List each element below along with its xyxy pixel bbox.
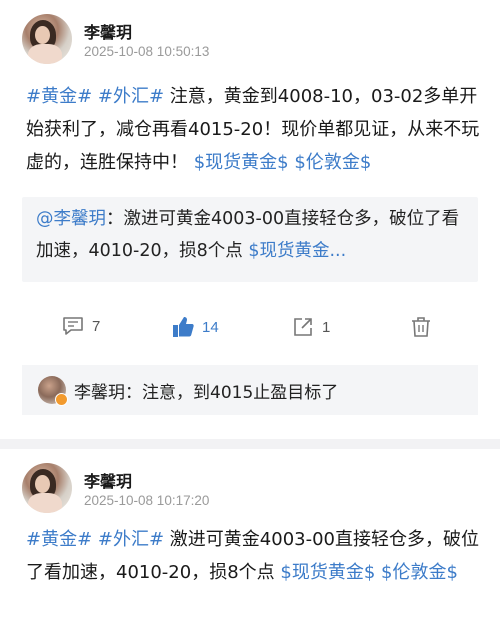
stock-tag-london-gold[interactable]: $伦敦金$ [294, 152, 371, 173]
quoted-post[interactable]: @李馨玥：激进可黄金4003-00直接轻仓多，破位了看加速，4010-20，损8… [22, 197, 478, 282]
post-content: #黄金# #外汇# 激进可黄金4003-00直接轻仓多，破位了看加速，4010-… [26, 523, 480, 589]
reply-text: 李馨玥：注意，到4015止盈目标了 [74, 383, 339, 403]
post-card: 李馨玥 2025-10-08 10:50:13 #黄金# #外汇# 注意，黄金到… [0, 0, 500, 439]
delete-button[interactable] [410, 316, 432, 338]
share-count: 1 [322, 318, 331, 336]
post-card: 李馨玥 2025-10-08 10:17:20 #黄金# #外汇# 激进可黄金4… [0, 449, 500, 644]
like-button[interactable]: 14 [172, 316, 219, 338]
comment-count: 7 [92, 317, 101, 335]
quote-mention[interactable]: @李馨玥 [36, 209, 106, 229]
author-name[interactable]: 李馨玥 [84, 468, 132, 492]
post-timestamp: 2025-10-08 10:50:13 [84, 44, 210, 59]
stock-tag-london-gold[interactable]: $伦敦金$ [381, 562, 458, 583]
comment-button[interactable]: 7 [62, 316, 100, 336]
like-count: 14 [202, 318, 219, 336]
avatar[interactable] [22, 14, 72, 64]
quote-stock-tag[interactable]: $现货黄金... [248, 241, 346, 261]
share-button[interactable]: 1 [292, 316, 330, 338]
topic-tag-gold[interactable]: #黄金# [26, 86, 92, 107]
topic-tag-forex[interactable]: #外汇# [98, 529, 164, 550]
trash-icon [410, 316, 432, 338]
comment-icon [62, 316, 84, 336]
reply-avatar[interactable] [38, 376, 68, 406]
action-bar: 7 14 1 [0, 308, 500, 352]
avatar[interactable] [22, 463, 72, 513]
author-name[interactable]: 李馨玥 [84, 19, 132, 43]
reply-preview[interactable]: 李馨玥：注意，到4015止盈目标了 [22, 365, 478, 415]
topic-tag-forex[interactable]: #外汇# [98, 86, 164, 107]
post-header: 李馨玥 2025-10-08 10:17:20 [0, 449, 500, 515]
share-icon [292, 316, 314, 338]
stock-tag-spot-gold[interactable]: $现货黄金$ [194, 152, 289, 173]
post-timestamp: 2025-10-08 10:17:20 [84, 493, 210, 508]
post-divider [0, 439, 500, 449]
verified-badge-icon [55, 393, 68, 406]
post-content: #黄金# #外汇# 注意，黄金到4008-10，03-02多单开始获利了，减仓再… [26, 80, 480, 179]
topic-tag-gold[interactable]: #黄金# [26, 529, 92, 550]
stock-tag-spot-gold[interactable]: $现货黄金$ [280, 562, 375, 583]
thumbs-up-icon [172, 316, 194, 338]
post-header: 李馨玥 2025-10-08 10:50:13 [0, 0, 500, 66]
